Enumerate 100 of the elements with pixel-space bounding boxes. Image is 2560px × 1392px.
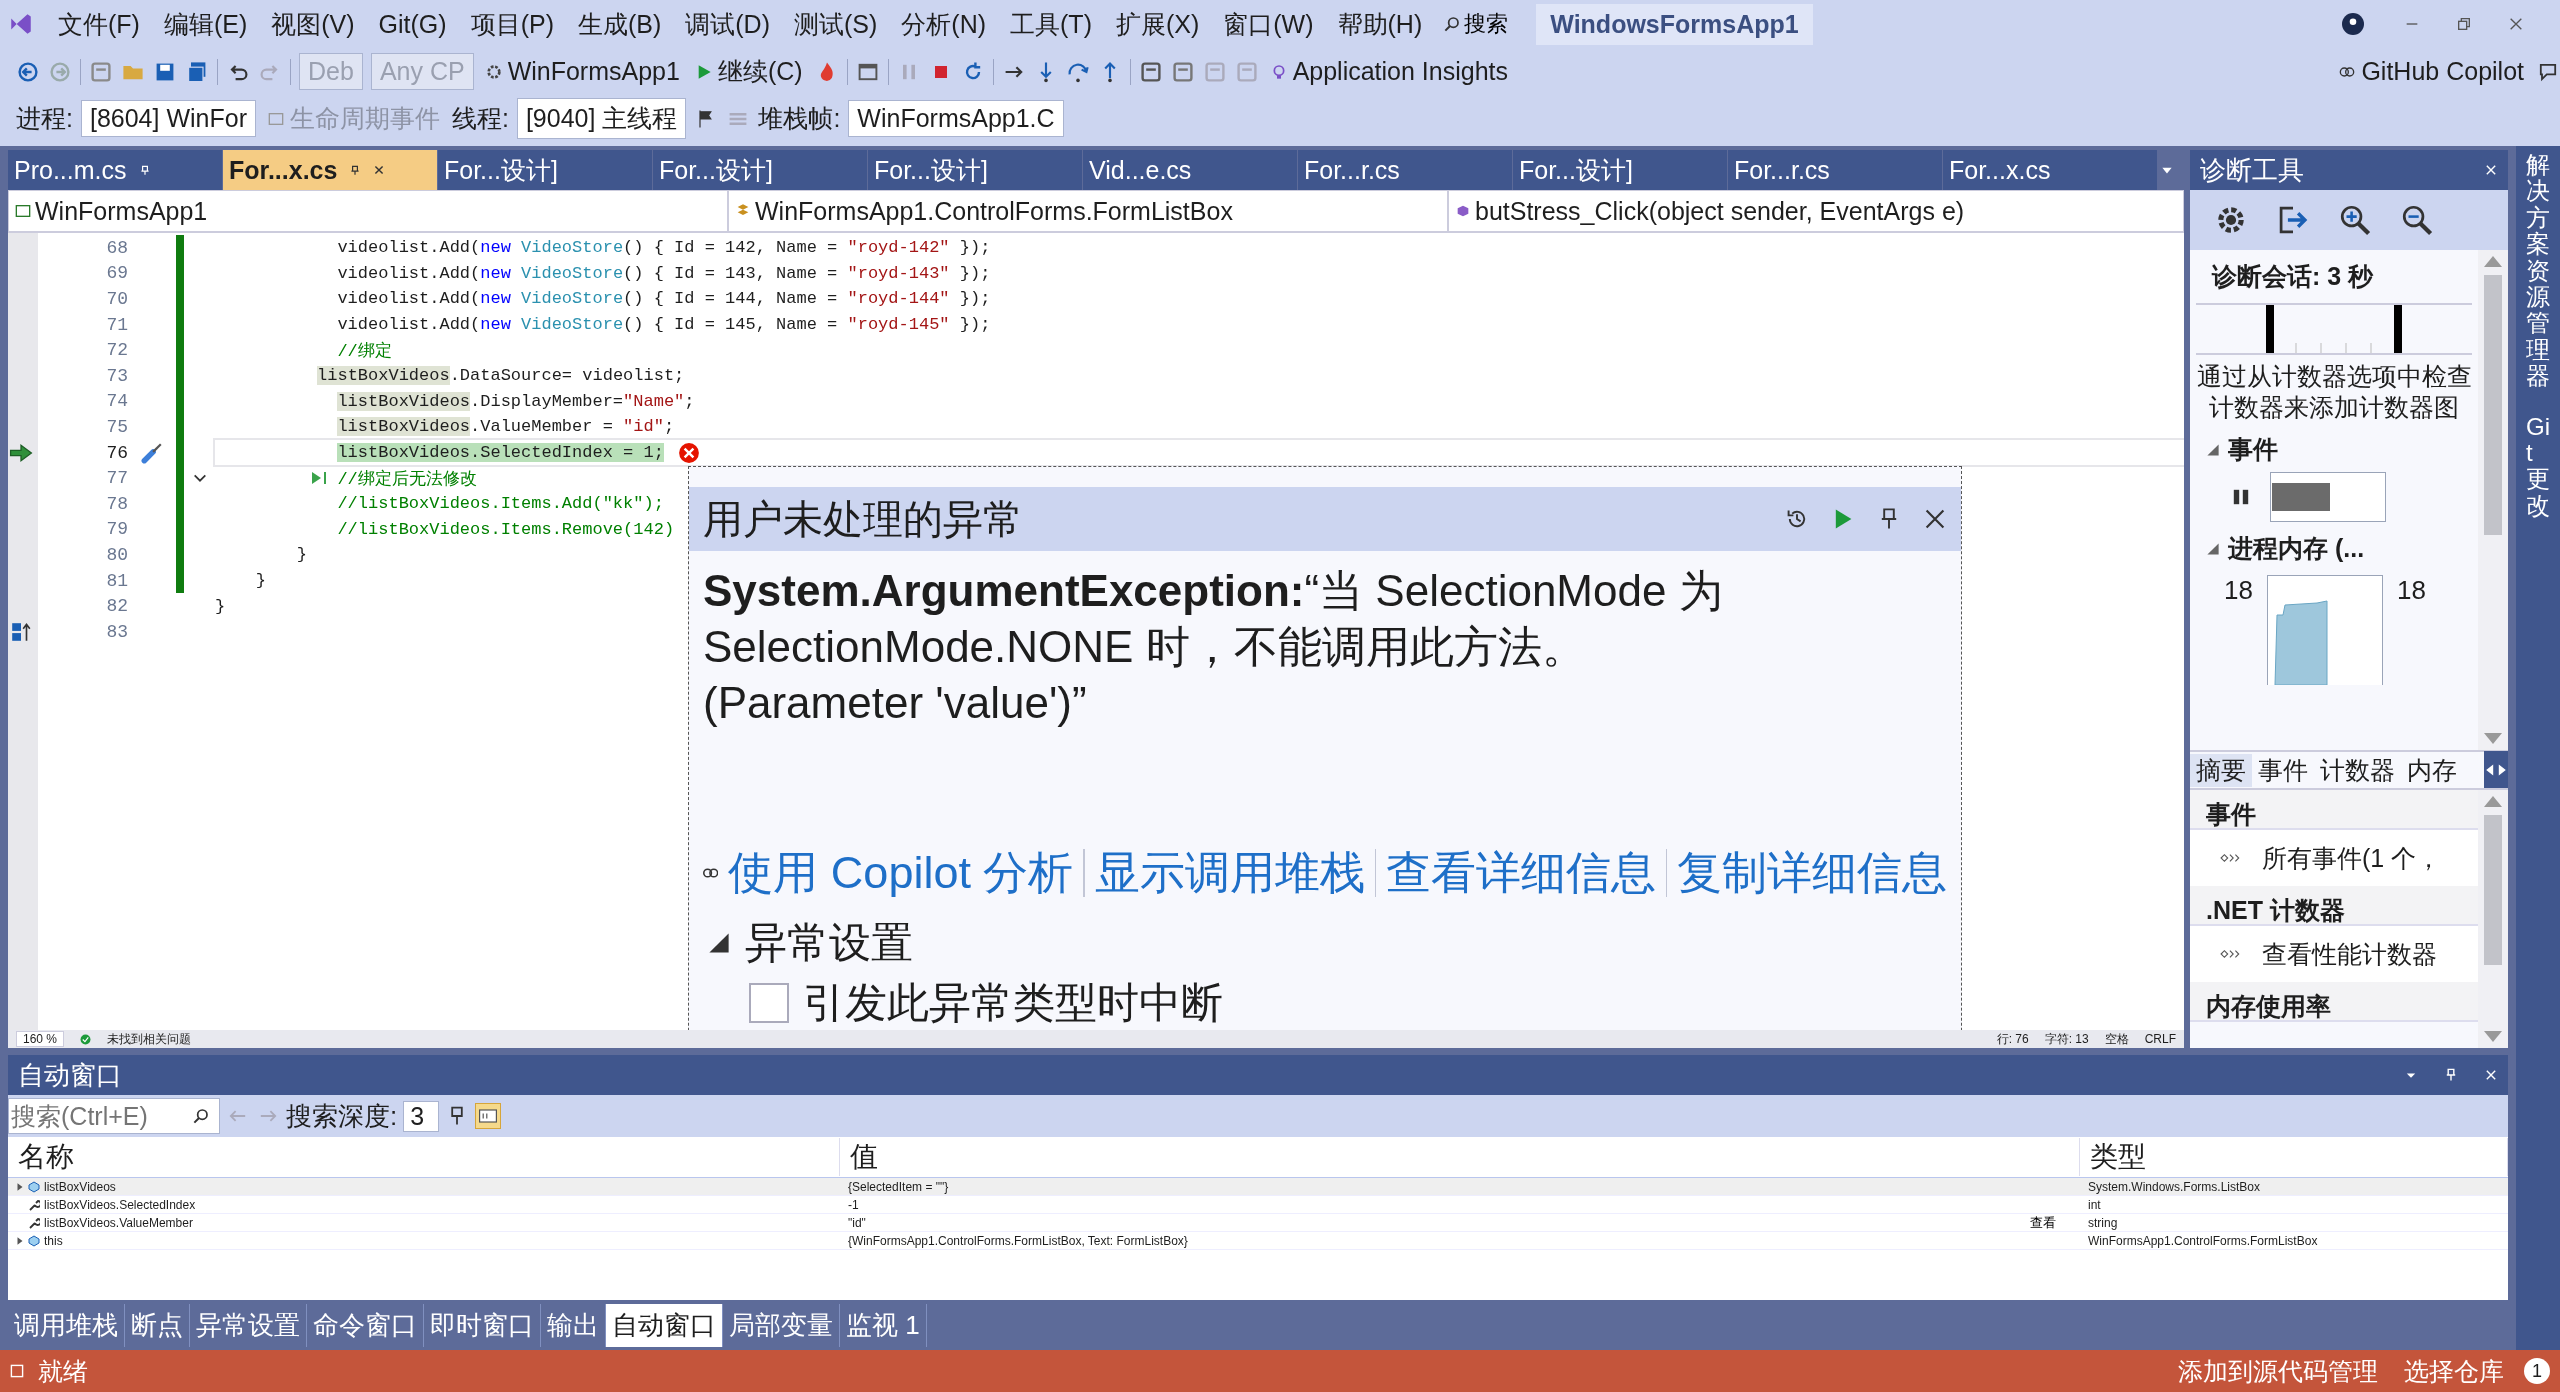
type-dropdown[interactable]: WinFormsApp1.ControlForms.FormListBox [728,190,1448,232]
code-editor[interactable] [8,233,2184,1030]
document-tab[interactable]: For...设计] [653,150,868,190]
line-ending-status[interactable]: CRLF [2144,1032,2176,1046]
checkbox[interactable] [749,983,789,1023]
expand-triangle-icon[interactable] [2206,442,2220,457]
expand-arrow-icon[interactable] [16,1181,24,1192]
menu-item[interactable]: 工具(T) [998,7,1104,41]
table-row[interactable]: listBoxVideos.SelectedIndex -1 int [8,1196,2508,1214]
menu-item[interactable]: 扩展(X) [1103,7,1212,41]
summary-row[interactable]: 所有事件(1 个， [2190,830,2478,886]
document-tab[interactable]: Pro...m.cs [8,150,223,190]
visualizer-button[interactable]: 查看 [2030,1215,2080,1230]
tool-window-tab[interactable]: 异常设置 [190,1303,307,1347]
run-to-click-icon[interactable] [309,470,329,487]
member-dropdown[interactable]: butStress_Click(object sender, EventArgs e) [1448,190,2184,232]
column-header[interactable]: 值 [840,1138,2080,1176]
document-tab[interactable]: For...设计] [1513,150,1728,190]
menu-item[interactable]: 帮助(H) [1325,7,1435,41]
repository-button[interactable]: 选择仓库 [2398,1353,2510,1389]
thread-dropdown[interactable]: [9040] 主线程 [516,98,687,139]
tool-window-tab[interactable]: 断点 [125,1303,190,1347]
pause-icon[interactable] [2232,488,2250,506]
menu-item[interactable]: 窗口(W) [1211,7,1326,41]
column-header[interactable]: 名称 [8,1138,840,1176]
table-row[interactable]: listBoxVideos {SelectedItem = ""} System.Windows.Forms.ListBox [8,1178,2508,1196]
document-tab[interactable]: For...设计] [868,150,1083,190]
startup-project-button[interactable]: WinFormsApp1 [481,57,684,86]
continue-button[interactable]: 继续(C) [691,55,807,88]
menu-item[interactable]: 项目(P) [458,7,566,41]
code-map-icon[interactable] [1138,59,1163,84]
tool-window-tab[interactable]: 监视 1 [840,1303,927,1347]
tool-window-tab[interactable]: 自动窗口 [606,1303,723,1347]
panel-tab[interactable]: 摘要 [2190,753,2252,787]
application-insights-button[interactable]: Application Insights [1266,57,1513,86]
side-tab[interactable]: Git 更改 [2526,413,2550,520]
panel-tab[interactable]: 内存 [2401,753,2463,787]
pin-icon[interactable] [2444,1068,2458,1082]
expand-triangle-icon[interactable] [707,931,731,955]
table-row[interactable]: listBoxVideos.ValueMember "id" 查看 string [8,1214,2508,1232]
document-tab[interactable]: For...r.cs [1298,150,1513,190]
tool-window-tab[interactable]: 局部变量 [723,1303,840,1347]
document-tab[interactable]: Vid...e.cs [1083,150,1298,190]
zoom-out-icon[interactable] [2400,203,2434,237]
menu-item[interactable]: 编辑(E) [151,7,260,41]
summary-link[interactable]: 所有事件(1 个， [2262,841,2442,875]
close-icon[interactable] [2484,163,2498,177]
close-icon[interactable] [1923,507,1947,531]
search-button[interactable]: 搜索 [1434,9,1519,39]
document-tab[interactable]: For...x.cs [223,150,438,190]
document-tab[interactable]: For...x.cs [1943,150,2158,190]
zoom-in-icon[interactable] [2338,203,2372,237]
pin-icon[interactable] [349,164,362,176]
breakpoint-window-icon[interactable] [1170,59,1195,84]
menu-item[interactable]: 生成(B) [565,7,674,41]
document-tab[interactable]: For...设计] [438,150,653,190]
expand-triangle-icon[interactable] [2206,541,2220,556]
search-field[interactable]: 搜索(Ctrl+E) [8,1098,220,1134]
source-control-button[interactable]: 添加到源代码管理 [2172,1353,2384,1389]
document-tab[interactable]: For...r.cs [1728,150,1943,190]
stack-frame-dropdown[interactable]: WinFormsApp1.C [848,100,1064,137]
notification-badge[interactable]: 1 [2524,1358,2550,1384]
restore-icon[interactable] [2456,16,2472,32]
menu-item[interactable]: 文件(F) [46,7,152,41]
copilot-button[interactable]: GitHub Copilot [2335,57,2528,86]
account-avatar[interactable] [2342,13,2364,35]
panel-tab[interactable]: 事件 [2252,753,2314,787]
pin-icon[interactable] [138,164,151,176]
whitespace-status[interactable]: 空格 [2104,1030,2129,1048]
issues-status[interactable]: 未找到相关问题 [107,1030,192,1048]
search-icon[interactable] [193,1108,209,1124]
menu-item[interactable]: 调试(D) [673,7,782,41]
menu-item[interactable]: 测试(S) [782,7,890,41]
summary-row[interactable]: 查看性能计数器 [2190,926,2478,982]
popup-link[interactable]: 复制详细信息 [1677,843,1947,903]
hex-display-icon[interactable] [475,1103,502,1129]
back-icon[interactable] [16,59,40,84]
depth-dropdown[interactable]: 3 [403,1100,440,1132]
side-tab[interactable]: 解决方案资源管理器 [2526,152,2550,390]
menu-item[interactable]: Git(G) [366,9,459,39]
expand-arrow-icon[interactable] [16,1235,24,1246]
panel-tab[interactable]: 计数器 [2314,753,2401,787]
error-icon[interactable] [677,441,700,464]
tool-window-tab[interactable]: 命令窗口 [307,1303,424,1347]
tool-window-tab[interactable]: 即时窗口 [424,1303,541,1347]
close-icon[interactable] [373,164,386,176]
process-dropdown[interactable]: [8604] WinFor [80,100,256,137]
column-header[interactable]: 类型 [2080,1138,2508,1176]
close-icon[interactable] [2508,16,2524,32]
popup-link[interactable]: 显示调用堆栈 [1094,843,1365,903]
project-dropdown[interactable]: WinFormsApp1 [8,190,728,232]
tab-scroll-icon[interactable] [2484,751,2508,789]
table-row[interactable]: this {WinFormsApp1.ControlForms.FormListBox, Text: FormListBox} WinFormsApp1.ControlForms.FormListBox [8,1232,2508,1250]
tool-window-tab[interactable]: 调用堆栈 [8,1303,125,1347]
close-icon[interactable] [2484,1068,2498,1082]
summary-link[interactable]: 查看性能计数器 [2262,937,2437,971]
popup-link[interactable]: 使用 Copilot 分析 [728,843,1074,903]
zoom-dropdown[interactable]: 160 % [16,1031,65,1047]
popup-link[interactable]: 查看详细信息 [1385,843,1656,903]
menu-item[interactable]: 视图(V) [259,7,367,41]
